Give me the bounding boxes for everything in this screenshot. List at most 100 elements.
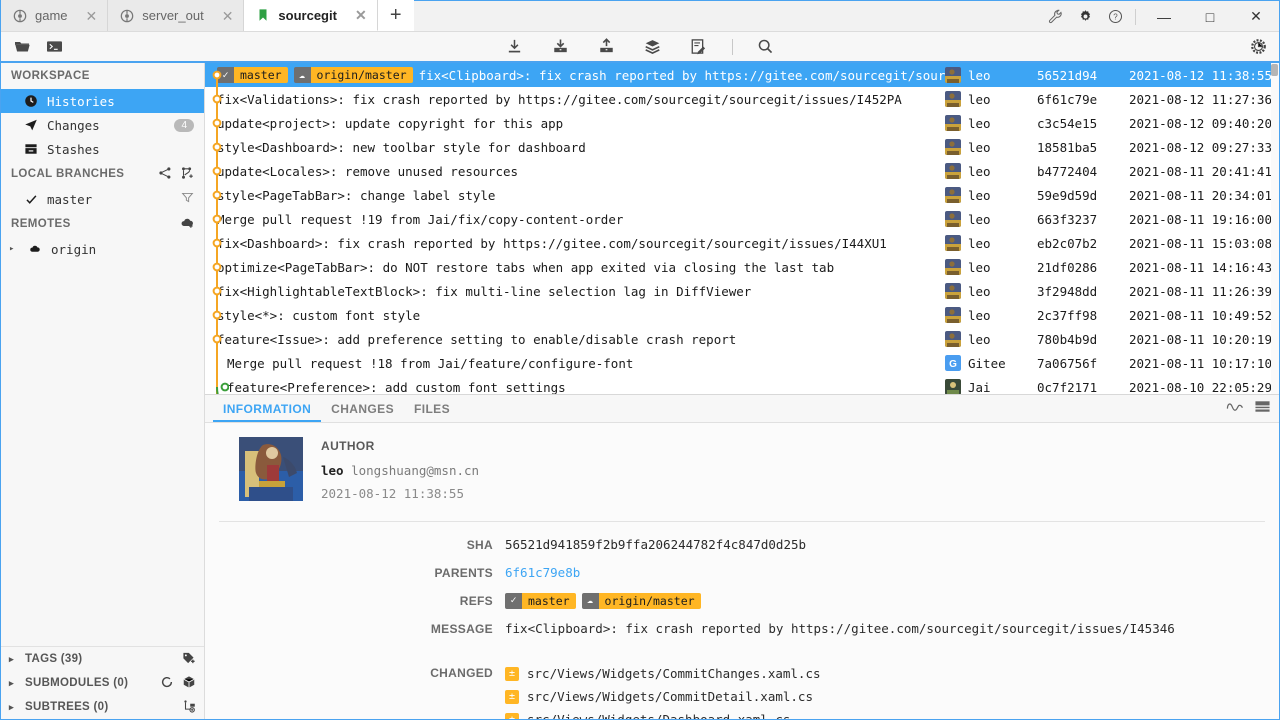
table-row[interactable]: ✓ master ☁ origin/master fix<Clipboard>:… (205, 63, 1279, 87)
settings-gear-icon[interactable] (1245, 35, 1271, 59)
commit-date-cell: 2021-08-11 19:16:00 (1129, 211, 1272, 227)
commit-author-cell: leo (945, 67, 1037, 83)
new-tab-button[interactable]: + (377, 0, 414, 31)
repo-tab-game[interactable]: game ✕ (1, 0, 109, 31)
list-item[interactable]: ± src/Views/Widgets/CommitChanges.xaml.c… (505, 662, 1279, 685)
cloud-icon (27, 243, 43, 255)
commit-subject: optimize<PageTabBar>: do NOT restore tab… (217, 259, 835, 275)
chevron-right-icon[interactable]: ▸ (9, 678, 19, 689)
ref-badge-master[interactable]: ✓ master (217, 67, 288, 83)
tab-files[interactable]: FILES (404, 395, 460, 422)
commit-date-cell: 2021-08-12 11:27:36 (1129, 91, 1272, 107)
table-row[interactable]: style<PageTabBar>: change label style le… (205, 183, 1279, 207)
tab-changes[interactable]: CHANGES (321, 395, 404, 422)
table-row[interactable]: update<Locales>: remove unused resources… (205, 159, 1279, 183)
ref-badge-master[interactable]: ✓ master (505, 593, 576, 609)
wrench-icon[interactable] (1040, 1, 1070, 32)
list-item[interactable]: ± src/Views/Widgets/CommitDetail.xaml.cs (505, 685, 1279, 708)
table-row[interactable]: fix<Dashboard>: fix crash reported by ht… (205, 231, 1279, 255)
field-label: REFS (459, 594, 493, 608)
commit-sha-cell: 18581ba5 (1037, 139, 1098, 155)
wave-icon[interactable] (1226, 400, 1244, 418)
parent-sha-link[interactable]: 6f61c79e8b (505, 562, 1279, 584)
sidebar-bottom: ▸ TAGS (39) ▸ SUBMODULES (0) ▸ SUBTREES … (1, 646, 204, 719)
add-tag-icon[interactable] (182, 651, 196, 668)
close-button[interactable]: ✕ (1233, 1, 1279, 32)
commit-sha-cell: 7a06756f (1037, 355, 1098, 371)
commit-list[interactable]: ✓ master ☁ origin/master fix<Clipboard>:… (205, 63, 1279, 395)
stash-icon[interactable] (640, 35, 666, 59)
table-row[interactable]: fix<HighlightableTextBlock>: fix multi-l… (205, 279, 1279, 303)
tab-information[interactable]: INFORMATION (213, 395, 321, 422)
apply-patch-icon[interactable] (686, 35, 712, 59)
scrollbar-thumb[interactable] (1271, 64, 1278, 76)
maximize-button[interactable]: □ (1187, 1, 1233, 32)
table-row[interactable]: style<Dashboard>: new toolbar style for … (205, 135, 1279, 159)
search-icon[interactable] (753, 35, 779, 59)
help-icon[interactable]: ? (1100, 1, 1130, 32)
author-section-title: AUTHOR (321, 439, 375, 453)
add-submodule-icon[interactable] (182, 675, 196, 692)
table-row[interactable]: fix<Validations>: fix crash reported by … (205, 87, 1279, 111)
tab-close-icon[interactable]: ✕ (212, 9, 234, 23)
ref-badge-label: master (522, 593, 576, 609)
gear-icon[interactable] (1070, 1, 1100, 32)
sidebar-section-submodules[interactable]: ▸ SUBMODULES (0) (1, 671, 204, 695)
commit-message-cell: style<*>: custom font style (205, 308, 945, 323)
commit-author-cell: leo (945, 91, 1037, 107)
commit-subject: feature<Issue>: add preference setting t… (217, 331, 737, 347)
ref-badge-origin-master[interactable]: ☁ origin/master (293, 67, 413, 83)
repo-tab-sourcegit[interactable]: sourcegit ✕ (244, 0, 378, 31)
sidebar-item-stashes[interactable]: Stashes (1, 137, 204, 161)
ref-badge-origin-master[interactable]: ☁ origin/master (581, 593, 701, 609)
pull-icon[interactable] (548, 35, 574, 59)
tab-close-icon[interactable]: ✕ (76, 9, 98, 23)
commit-date-cell: 2021-08-11 10:49:52 (1129, 307, 1272, 323)
table-row[interactable]: Merge pull request !19 from Jai/fix/copy… (205, 207, 1279, 231)
author-name: leo (968, 307, 991, 323)
add-remote-icon[interactable] (180, 216, 194, 233)
commit-list-scrollbar[interactable] (1271, 63, 1279, 394)
branch-graph-icon[interactable] (158, 166, 172, 183)
table-row[interactable]: style<*>: custom font style leo 2c37ff98… (205, 303, 1279, 327)
sidebar-item-label: Stashes (47, 141, 100, 157)
new-branch-icon[interactable] (180, 166, 194, 183)
sidebar-section-subtrees[interactable]: ▸ SUBTREES (0) (1, 695, 204, 719)
author-block: AUTHOR leo longshuang@msn.cn 2021-08-12 … (205, 437, 1279, 501)
commit-date-cell: 2021-08-12 09:27:33 (1129, 139, 1272, 155)
layout-icon[interactable] (1254, 400, 1271, 418)
field-label: CHANGED (430, 666, 493, 680)
commit-sha-cell: 6f61c79e (1037, 91, 1098, 107)
list-item[interactable]: ± src/Views/Widgets/Dashboard.xaml.cs (505, 708, 1279, 719)
commit-message-cell: feature<Issue>: add preference setting t… (205, 332, 945, 347)
local-branches-title: LOCAL BRANCHES (11, 168, 125, 180)
sidebar-item-changes[interactable]: Changes 4 (1, 113, 204, 137)
refresh-icon[interactable] (160, 675, 174, 692)
table-row[interactable]: update<project>: update copyright for th… (205, 111, 1279, 135)
table-row[interactable]: feature<Preference>: add custom font set… (205, 375, 1279, 394)
push-icon[interactable] (594, 35, 620, 59)
commit-message-cell: update<project>: update copyright for th… (205, 116, 945, 131)
table-row[interactable]: optimize<PageTabBar>: do NOT restore tab… (205, 255, 1279, 279)
author-name: leo (321, 463, 344, 478)
repo-tab-server-out[interactable]: server_out ✕ (108, 0, 245, 31)
chevron-right-icon[interactable]: ▸ (9, 654, 19, 665)
archive-icon (23, 142, 39, 156)
sidebar-branch-master[interactable]: master (1, 187, 204, 211)
field-value: 56521d941859f2b9ffa206244782f4c847d0d25b (505, 537, 807, 552)
tab-close-icon[interactable]: ✕ (345, 8, 367, 22)
add-subtree-icon[interactable] (182, 699, 196, 716)
sidebar-item-histories[interactable]: Histories (1, 89, 204, 113)
chevron-right-icon[interactable]: ▸ (9, 244, 19, 254)
sidebar-remote-origin[interactable]: ▸ origin (1, 237, 204, 261)
avatar (239, 437, 303, 501)
sidebar-section-tags[interactable]: ▸ TAGS (39) (1, 647, 204, 671)
filter-icon[interactable] (181, 191, 194, 207)
chevron-right-icon[interactable]: ▸ (9, 702, 19, 713)
app-window: game ✕ server_out ✕ sourcegit ✕ + ? — □ … (0, 0, 1280, 720)
table-row[interactable]: Merge pull request !18 from Jai/feature/… (205, 351, 1279, 375)
fetch-icon[interactable] (502, 35, 528, 59)
table-row[interactable]: feature<Issue>: add preference setting t… (205, 327, 1279, 351)
field-value: ✓ master ☁ origin/master (505, 590, 1279, 612)
minimize-button[interactable]: — (1141, 1, 1187, 32)
